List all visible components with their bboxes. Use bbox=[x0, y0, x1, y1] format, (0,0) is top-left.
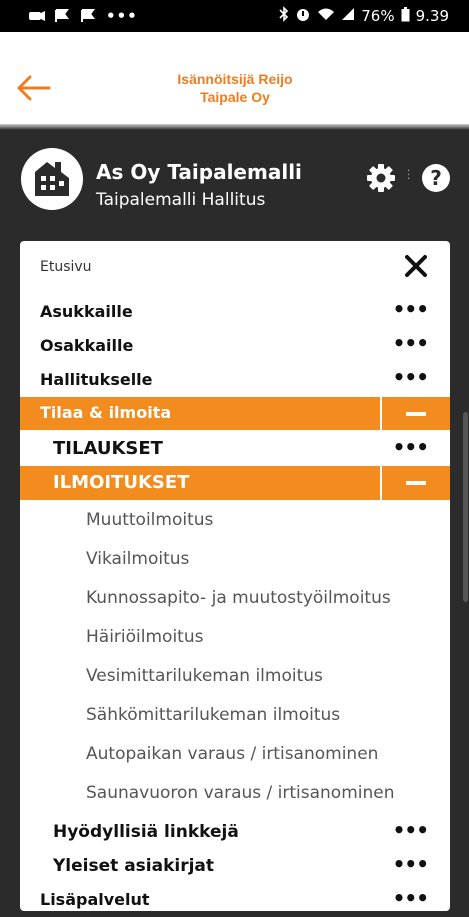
notice-link[interactable]: Muuttoilmoitus bbox=[86, 510, 213, 530]
more-icon[interactable]: ••• bbox=[393, 886, 429, 910]
more-icon[interactable]: ••• bbox=[393, 818, 429, 842]
menu-home-label: Etusivu bbox=[40, 259, 92, 275]
help-icon[interactable]: ? bbox=[422, 164, 450, 192]
notice-link[interactable]: Sähkömittarilukeman ilmoitus bbox=[86, 705, 340, 725]
collapse-icon[interactable] bbox=[380, 397, 450, 430]
notice-link[interactable]: Kunnossapito- ja muutostyöilmoitus bbox=[86, 588, 391, 608]
header-title: Isännöitsijä Reijo Taipale Oy bbox=[130, 70, 340, 106]
more-icon[interactable]: ••• bbox=[393, 331, 429, 355]
alarm-icon bbox=[295, 6, 311, 26]
app-header: Isännöitsijä Reijo Taipale Oy bbox=[0, 32, 469, 126]
menu-item-ilmoitukset[interactable]: ILMOITUKSET bbox=[20, 466, 450, 500]
back-arrow-icon[interactable] bbox=[16, 74, 52, 102]
status-bar: ••• 76% 9.39 bbox=[0, 0, 469, 32]
more-icon[interactable]: ••• bbox=[393, 365, 429, 389]
menu-item-label: Osakkaille bbox=[40, 336, 134, 355]
bluetooth-icon bbox=[279, 6, 289, 26]
submenu-label: ILMOITUKSET bbox=[53, 472, 190, 493]
minus-bar bbox=[406, 411, 426, 416]
notice-link[interactable]: Autopaikan varaus / irtisanominen bbox=[86, 744, 378, 764]
menu-item-asukkaille[interactable]: Asukkaille ••• bbox=[20, 295, 450, 329]
close-icon[interactable] bbox=[404, 254, 428, 278]
menu-item-extra-services[interactable]: Lisäpalvelut ••• bbox=[20, 883, 450, 917]
notice-link[interactable]: Vesimittarilukeman ilmoitus bbox=[86, 666, 323, 686]
clock: 9.39 bbox=[415, 7, 449, 25]
more-icon[interactable]: ••• bbox=[393, 852, 429, 876]
menu-item-home[interactable]: Etusivu bbox=[20, 241, 450, 293]
menu-item-hallitukselle[interactable]: Hallitukselle ••• bbox=[20, 363, 450, 397]
scrollbar[interactable] bbox=[463, 412, 468, 602]
minus-bar bbox=[406, 481, 426, 485]
more-icon[interactable]: ••• bbox=[393, 435, 429, 459]
battery-percent: 76% bbox=[361, 7, 395, 25]
collapse-icon[interactable] bbox=[380, 466, 450, 500]
menu-section-label: Tilaa & ilmoita bbox=[40, 403, 172, 422]
submenu-label: TILAUKSET bbox=[53, 438, 163, 459]
notice-link[interactable]: Häiriöilmoitus bbox=[86, 627, 203, 647]
notification-icons: ••• bbox=[28, 7, 138, 25]
system-icons: 76% 9.39 bbox=[279, 6, 449, 26]
menu-panel: Etusivu Asukkaille ••• Osakkaille ••• Ha… bbox=[20, 241, 450, 911]
more-notifications-icon: ••• bbox=[106, 7, 138, 25]
notification-icon bbox=[28, 9, 45, 23]
menu-item-tilaa-ilmoita[interactable]: Tilaa & ilmoita bbox=[20, 397, 450, 430]
more-vertical-icon[interactable]: · · · bbox=[407, 167, 410, 185]
more-icon[interactable]: ••• bbox=[393, 297, 429, 321]
notice-link[interactable]: Saunavuoron varaus / irtisanominen bbox=[86, 783, 395, 803]
gear-icon[interactable] bbox=[366, 163, 396, 193]
menu-item-label: Asukkaille bbox=[40, 302, 133, 321]
header-title-line2: Taipale Oy bbox=[200, 89, 270, 105]
flag-icon bbox=[54, 9, 70, 23]
building-avatar bbox=[21, 148, 83, 210]
building-icon bbox=[35, 162, 69, 196]
notice-link[interactable]: Vikailmoitus bbox=[86, 549, 189, 569]
signal-icon bbox=[341, 7, 355, 25]
organization-subtitle: Taipalemalli Hallitus bbox=[96, 190, 266, 210]
wifi-icon bbox=[317, 7, 335, 25]
menu-item-general-docs[interactable]: Yleiset asiakirjat ••• bbox=[20, 849, 450, 883]
flag-icon bbox=[80, 9, 96, 23]
submenu-label: Hyödyllisiä linkkejä bbox=[53, 822, 239, 842]
menu-item-tilaukset[interactable]: TILAUKSET ••• bbox=[20, 430, 450, 468]
header-title-line1: Isännöitsijä Reijo bbox=[177, 71, 293, 87]
battery-icon bbox=[401, 6, 410, 26]
menu-item-useful-links[interactable]: Hyödyllisiä linkkejä ••• bbox=[20, 815, 450, 849]
menu-item-label: Hallitukselle bbox=[40, 370, 153, 389]
submenu-label: Yleiset asiakirjat bbox=[53, 856, 215, 876]
profile-section: As Oy Taipalemalli Taipalemalli Hallitus… bbox=[0, 130, 469, 240]
organization-name: As Oy Taipalemalli bbox=[96, 160, 302, 184]
menu-item-osakkaille[interactable]: Osakkaille ••• bbox=[20, 329, 450, 363]
